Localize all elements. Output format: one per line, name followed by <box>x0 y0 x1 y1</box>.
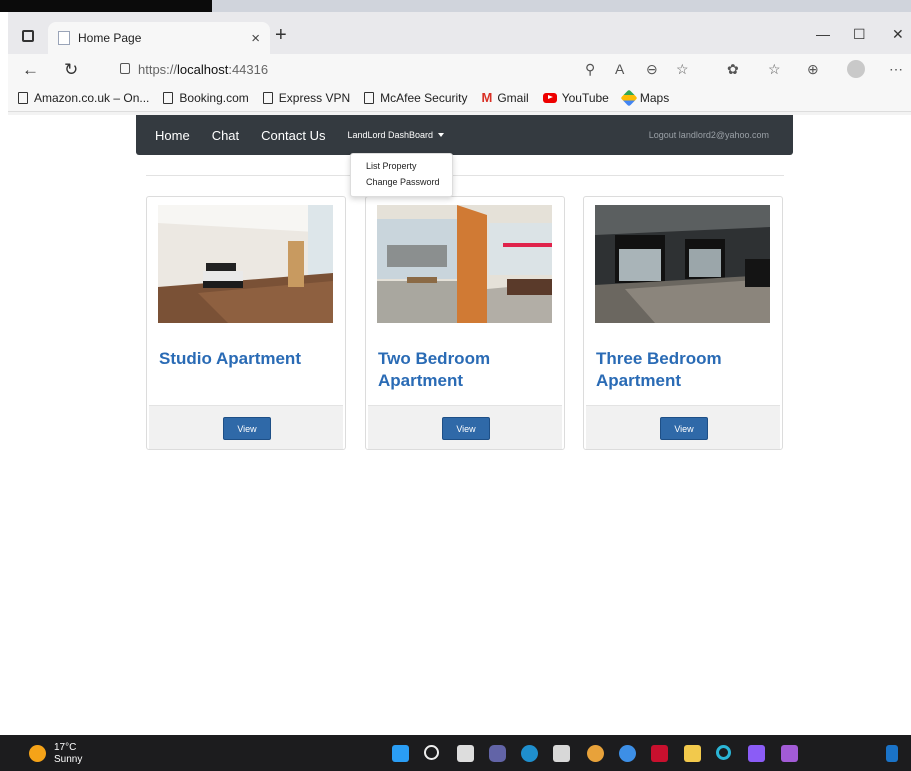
sun-icon[interactable] <box>29 745 46 762</box>
page-favicon-icon <box>58 31 70 45</box>
weather-widget[interactable]: 17°C Sunny <box>54 742 82 766</box>
windows-taskbar: 17°C Sunny <box>0 735 911 771</box>
listing-title[interactable]: Three Bedroom Apartment <box>596 348 771 392</box>
web-page: Home Chat Contact Us LandLord DashBoard … <box>8 115 911 735</box>
bookmark-page-icon <box>364 91 375 104</box>
bookmark-youtube[interactable]: YouTube <box>542 91 609 105</box>
edge-icon[interactable] <box>521 745 538 762</box>
collections-icon[interactable]: ⊕ <box>807 61 819 78</box>
favorite-star-icon[interactable]: ☆ <box>676 61 689 78</box>
menu-item-change-password[interactable]: Change Password <box>351 175 452 191</box>
listing-title[interactable]: Studio Apartment <box>159 348 334 370</box>
bookmark-page-icon <box>163 91 174 104</box>
file-explorer-icon[interactable] <box>684 745 701 762</box>
temperature: 17°C <box>54 742 77 753</box>
bookmark-page-icon <box>18 91 28 104</box>
read-aloud-icon[interactable]: A <box>615 61 624 77</box>
zoom-icon[interactable]: ⊖ <box>646 61 658 78</box>
listing-card: Two Bedroom Apartment View <box>365 196 565 450</box>
card-footer: View <box>149 405 343 449</box>
url-input[interactable]: https://localhost:44316 <box>138 62 268 77</box>
browser-chrome: Home Page × + — ☐ ✕ ← ↻ https://localhos… <box>8 12 911 115</box>
new-tab-button[interactable]: + <box>275 25 287 45</box>
key-icon[interactable]: ⚲ <box>585 61 595 78</box>
gmail-icon: M <box>481 90 493 105</box>
search-icon[interactable] <box>424 745 439 760</box>
divider <box>146 175 784 176</box>
app-icon[interactable] <box>619 745 636 762</box>
tab-actions-icon[interactable] <box>22 30 34 42</box>
view-button[interactable]: View <box>660 417 708 440</box>
view-button[interactable]: View <box>223 417 271 440</box>
close-tab-icon[interactable]: × <box>251 30 260 47</box>
bookmark-mcafee[interactable]: McAfee Security <box>364 91 468 105</box>
bookmark-amazon[interactable]: Amazon.co.uk – On... <box>18 91 149 105</box>
two-bedroom-apartment-photo[interactable] <box>377 205 552 323</box>
extensions-icon[interactable]: ✿ <box>727 61 739 78</box>
visual-studio-2-icon[interactable] <box>781 745 798 762</box>
favorites-list-icon[interactable]: ☆ <box>768 61 781 78</box>
lock-icon[interactable] <box>120 63 130 74</box>
card-footer: View <box>586 405 780 449</box>
maps-icon <box>620 89 638 106</box>
tab-bar: Home Page × + — ☐ ✕ <box>8 12 911 54</box>
caret-down-icon <box>438 133 445 137</box>
three-bedroom-apartment-photo[interactable] <box>595 205 770 323</box>
back-icon[interactable]: ← <box>22 60 39 80</box>
bookmark-gmail[interactable]: M Gmail <box>482 90 529 105</box>
nav-chat-link[interactable]: Chat <box>212 128 239 143</box>
youtube-icon <box>542 92 557 103</box>
site-navbar: Home Chat Contact Us LandLord DashBoard … <box>136 115 793 155</box>
visual-studio-icon[interactable] <box>748 745 765 762</box>
logout-link[interactable]: Logout landlord2@yahoo.com <box>649 130 769 140</box>
more-menu-icon[interactable]: ⋯ <box>889 61 903 78</box>
bookmark-maps[interactable]: Maps <box>620 89 669 106</box>
windows-start-icon[interactable] <box>392 745 409 762</box>
landlord-dashboard-dropdown[interactable]: LandLord DashBoard <box>347 130 445 140</box>
maximize-button[interactable]: ☐ <box>853 26 866 43</box>
bookmark-page-icon <box>262 91 273 104</box>
dashboard-dropdown-menu: List Property Change Password <box>350 153 453 197</box>
task-view-icon[interactable] <box>457 745 474 762</box>
close-window-button[interactable]: ✕ <box>892 26 904 43</box>
view-button[interactable]: View <box>442 417 490 440</box>
card-footer: View <box>368 405 562 449</box>
nav-home-link[interactable]: Home <box>155 128 190 143</box>
listing-card: Three Bedroom Apartment View <box>583 196 783 450</box>
bookmark-booking[interactable]: Booking.com <box>163 91 249 105</box>
refresh-icon[interactable]: ↻ <box>64 60 78 80</box>
store-icon[interactable] <box>553 745 570 762</box>
weather-condition: Sunny <box>54 754 83 765</box>
address-bar: ← ↻ https://localhost:44316 ⚲ A ⊖ ☆ ✿ ☆ … <box>8 54 911 84</box>
studio-apartment-photo[interactable] <box>158 205 333 323</box>
profile-avatar[interactable] <box>847 60 865 78</box>
teams-chat-icon[interactable] <box>489 745 506 762</box>
listing-title[interactable]: Two Bedroom Apartment <box>378 348 553 392</box>
menu-item-list-property[interactable]: List Property <box>351 159 452 175</box>
bookmarks-bar: Amazon.co.uk – On... Booking.com Express… <box>8 84 911 112</box>
listing-card: Studio Apartment View <box>146 196 346 450</box>
mcafee-icon[interactable] <box>651 745 668 762</box>
minimize-button[interactable]: — <box>816 26 830 42</box>
nav-contact-link[interactable]: Contact Us <box>261 128 325 143</box>
screen-top-strip <box>0 0 911 12</box>
tab-title: Home Page <box>78 31 142 45</box>
cortana-icon[interactable] <box>716 745 731 760</box>
tab-home-page[interactable]: Home Page × <box>48 22 270 54</box>
bookmark-express-vpn[interactable]: Express VPN <box>262 91 350 105</box>
chrome-icon[interactable] <box>587 745 604 762</box>
outlook-icon[interactable] <box>886 745 898 762</box>
